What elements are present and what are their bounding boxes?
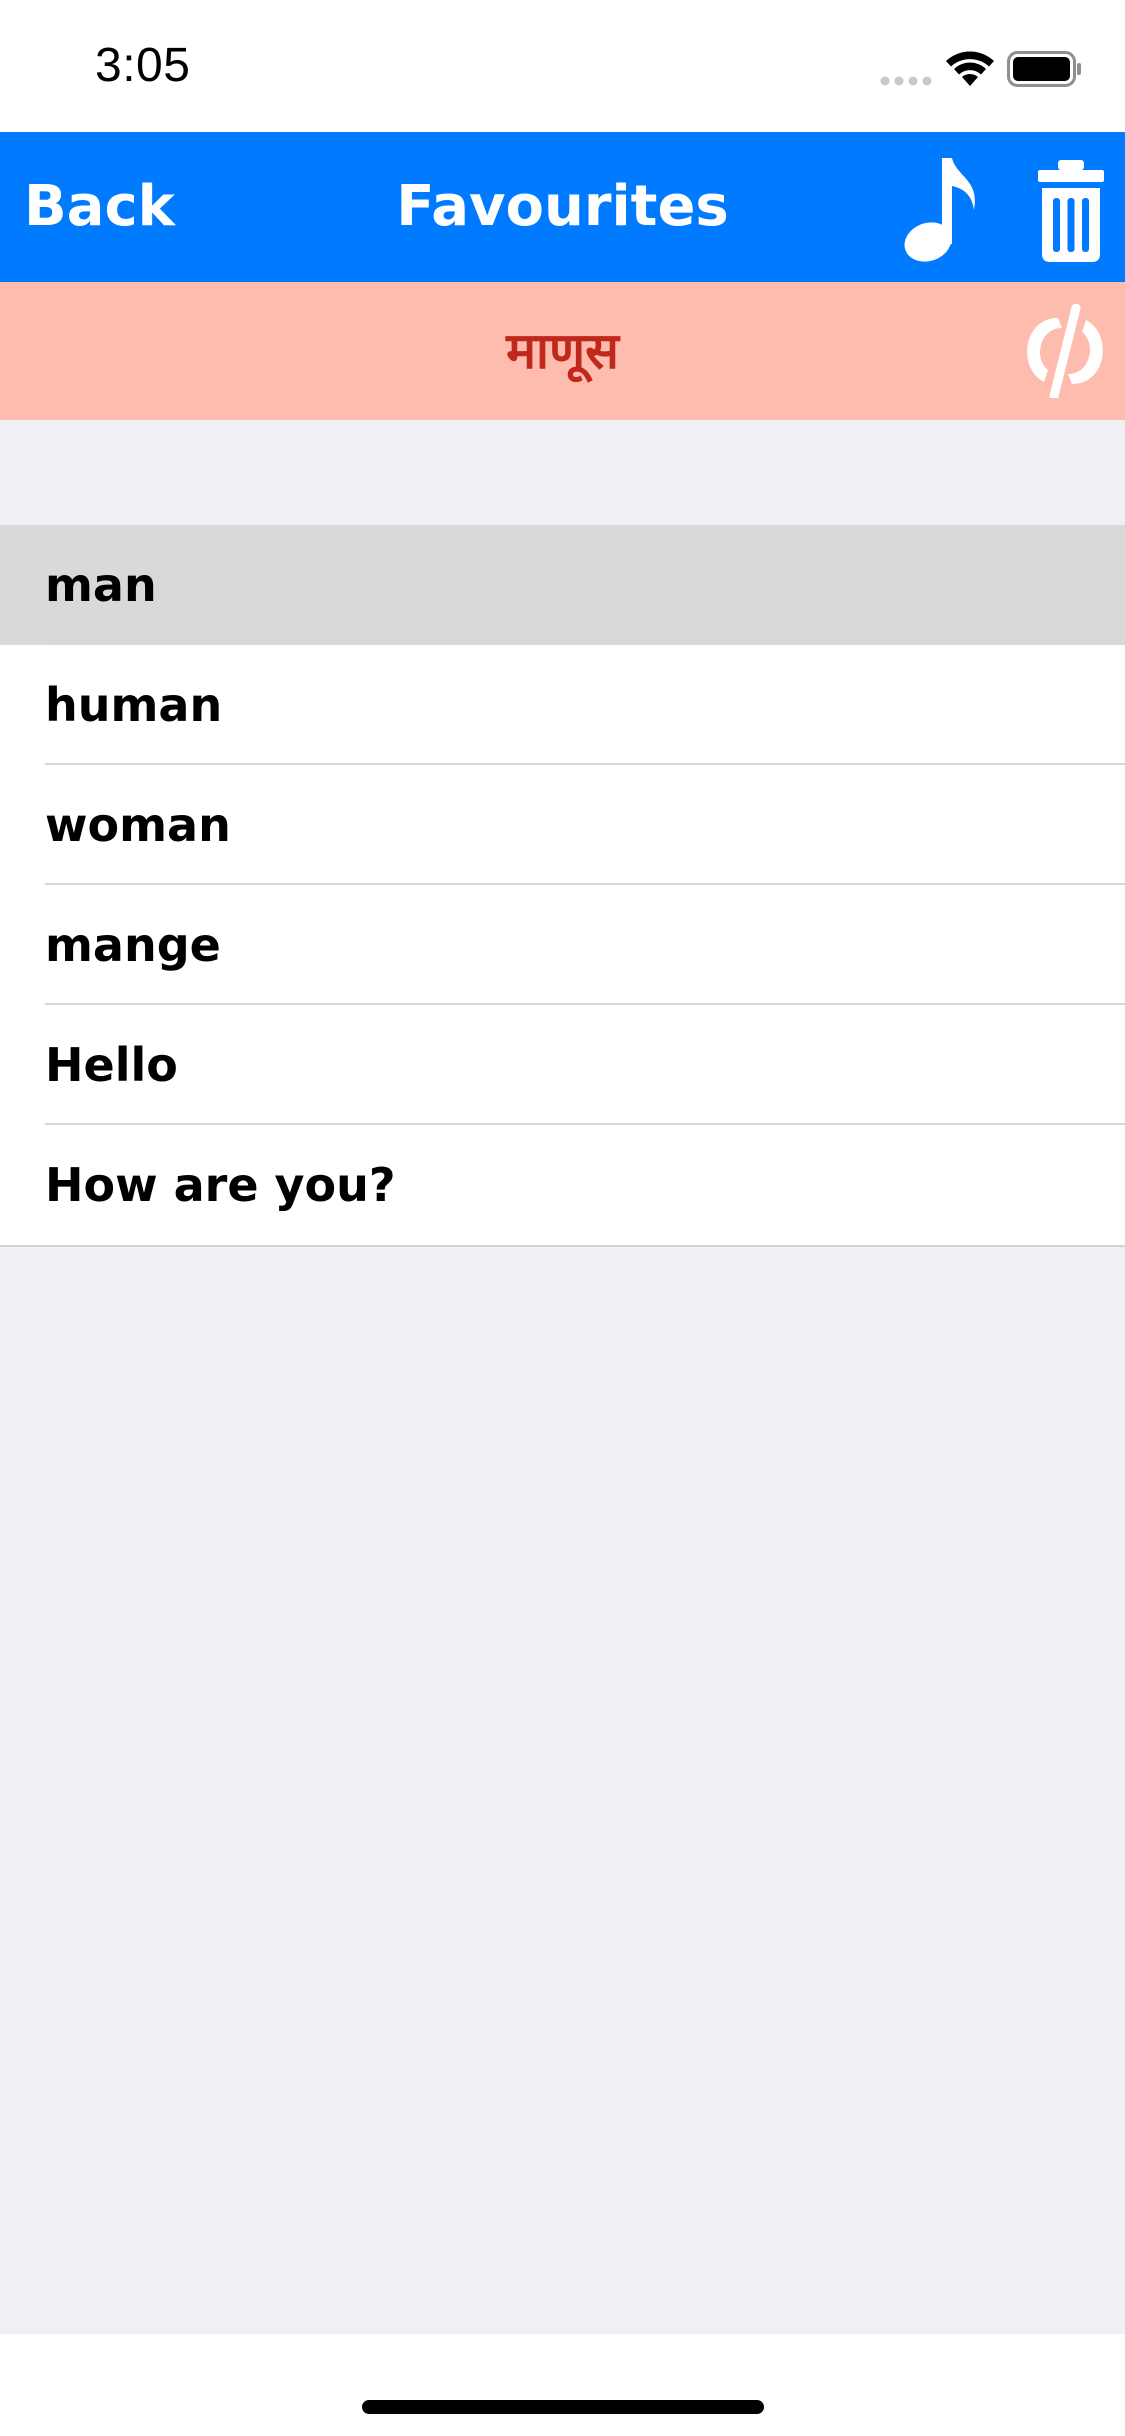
list-item[interactable]: How are you? [0,1125,1125,1245]
list-item-label: mange [45,918,221,972]
list-item[interactable]: woman [0,765,1125,885]
navigation-bar: Back Favourites [0,132,1125,282]
list-item[interactable]: Hello [0,1005,1125,1125]
wifi-icon [946,51,994,86]
cellular-signal-icon [880,76,932,86]
home-indicator-area [0,2334,1125,2436]
list-item-label: How are you? [45,1158,396,1212]
list-item-label: Hello [45,1038,178,1092]
status-bar: 3:05 [0,0,1125,132]
list-item-label: human [45,678,223,732]
list-item[interactable]: human [0,645,1125,765]
translated-word: माणूस [506,322,619,380]
favourites-list: man human woman mange Hello How are you? [0,525,1125,1247]
list-item[interactable]: man [0,525,1125,645]
trash-icon[interactable] [1036,158,1106,264]
translation-banner: माणूस [0,282,1125,420]
list-item-label: woman [45,798,231,852]
swap-arrows-icon[interactable] [1018,304,1112,398]
list-item[interactable]: mange [0,885,1125,1005]
home-indicator[interactable] [362,2400,764,2414]
back-button[interactable]: Back [24,172,175,242]
battery-icon [1007,51,1081,87]
status-time: 3:05 [95,39,191,92]
list-item-label: man [45,558,157,612]
music-note-icon[interactable] [898,154,982,264]
